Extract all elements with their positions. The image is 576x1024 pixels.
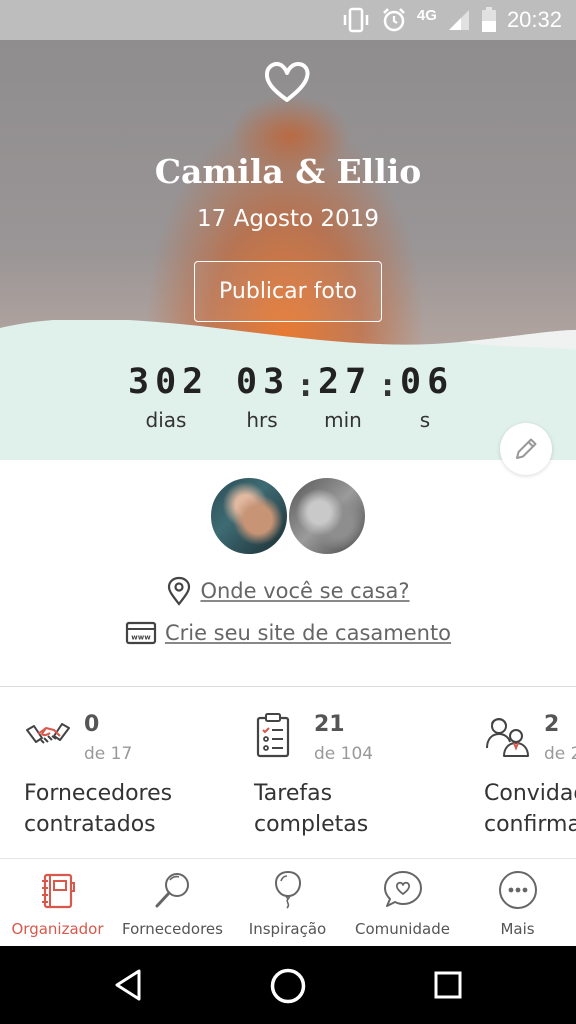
guests-label: Convidados confirmados	[484, 778, 576, 840]
couple-names: Camila & Ellio	[154, 152, 422, 191]
network-type: 4G	[416, 6, 437, 24]
nav-inspiration[interactable]: Inspiração	[230, 859, 345, 947]
countdown: 302 03 : 27 : 06 dias hrs min s	[0, 360, 576, 460]
avatar-partner-1[interactable]	[209, 476, 289, 556]
signal-icon	[448, 10, 469, 30]
guests-total: de 2	[544, 744, 576, 764]
search-icon	[155, 873, 189, 908]
battery-icon	[481, 7, 496, 32]
nav-more[interactable]: Mais	[460, 859, 575, 947]
app-screen: 4G 20:32 Camila & Ellio 17 Agosto 2019 P…	[0, 0, 576, 1024]
heart-logo-icon	[264, 62, 310, 102]
website-link-row[interactable]: www Crie seu site de casamento	[0, 620, 576, 646]
bottom-navigation: Organizador Fornecedores Inspiração Comu…	[0, 858, 576, 946]
countdown-seconds: 06	[400, 362, 455, 402]
nav-organizer-label: Organizador	[11, 920, 104, 938]
tasks-total: de 104	[314, 744, 374, 764]
wedding-date: 17 Agosto 2019	[197, 206, 379, 232]
vibrate-icon	[343, 7, 369, 33]
countdown-separator: :	[296, 366, 316, 404]
nav-organizer[interactable]: Organizador	[0, 859, 115, 947]
nav-vendors-label: Fornecedores	[122, 920, 223, 938]
status-bar: 4G 20:32	[0, 0, 576, 40]
handshake-icon	[26, 723, 70, 744]
guests-label-line2: confirmados	[484, 812, 576, 837]
alarm-icon	[383, 8, 405, 32]
clock: 20:32	[506, 7, 562, 32]
recents-icon[interactable]	[433, 970, 463, 1000]
location-pin-icon	[168, 576, 191, 606]
countdown-days: 302	[128, 362, 210, 402]
nav-more-label: Mais	[500, 920, 535, 938]
countdown-minutes: 27	[318, 362, 373, 402]
venue-link-row[interactable]: Onde você se casa?	[0, 576, 576, 606]
website-icon: www	[125, 621, 157, 645]
countdown-minutes-label: min	[324, 408, 362, 432]
publish-photo-button[interactable]: Publicar foto	[194, 261, 382, 322]
guests-count: 2	[544, 712, 560, 737]
vendors-total: de 17	[84, 744, 133, 764]
back-icon[interactable]	[112, 968, 144, 1002]
svg-text:www: www	[131, 634, 151, 642]
tasks-label: Tarefas completas	[254, 778, 368, 840]
home-icon[interactable]	[269, 967, 307, 1005]
website-link[interactable]: Crie seu site de casamento	[165, 621, 451, 645]
section-divider	[0, 686, 576, 687]
vendors-label-line2: contratados	[24, 812, 156, 837]
countdown-seconds-label: s	[419, 408, 431, 432]
nav-community[interactable]: Comunidade	[345, 859, 460, 947]
nav-inspiration-label: Inspiração	[248, 920, 327, 938]
vendors-count: 0	[84, 712, 100, 737]
organizer-icon	[42, 873, 75, 909]
tasks-label-line1: Tarefas	[254, 781, 333, 806]
nav-vendors[interactable]: Fornecedores	[115, 859, 230, 947]
system-navigation-bar	[0, 946, 576, 1024]
venue-link[interactable]: Onde você se casa?	[200, 579, 409, 603]
countdown-hours-label: hrs	[246, 408, 278, 432]
countdown-hours: 03	[236, 362, 291, 402]
nav-community-label: Comunidade	[355, 920, 450, 938]
clipboard-icon	[256, 713, 290, 758]
guests-icon	[486, 718, 529, 757]
countdown-days-label: dias	[145, 408, 187, 432]
chat-heart-icon	[384, 871, 422, 907]
tasks-count: 21	[314, 712, 345, 737]
more-icon	[499, 871, 537, 909]
guests-label-line1: Convidados	[484, 781, 576, 806]
tasks-label-line2: completas	[254, 812, 369, 837]
pencil-icon	[516, 438, 537, 459]
vendors-label-line1: Fornecedores	[24, 781, 173, 806]
balloon-icon	[274, 870, 302, 909]
edit-button[interactable]	[500, 423, 552, 475]
countdown-separator: :	[378, 366, 398, 404]
vendors-label: Fornecedores contratados	[24, 778, 172, 840]
avatar-partner-2[interactable]	[287, 476, 367, 556]
